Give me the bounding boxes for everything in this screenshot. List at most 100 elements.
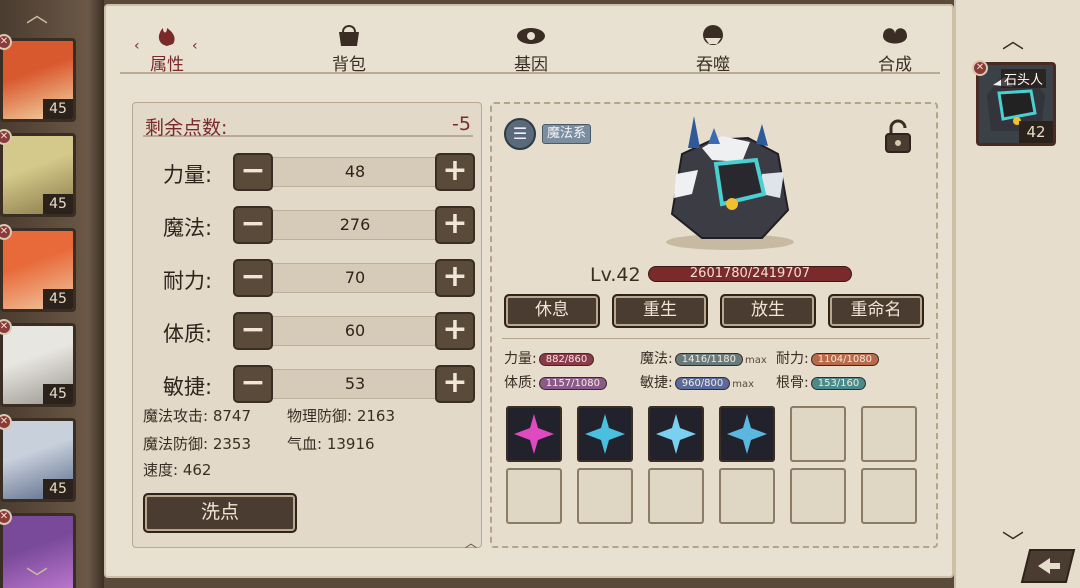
stat-value: 53 — [273, 369, 437, 399]
empty-skill-slot[interactable] — [861, 406, 917, 462]
magic-defense: 魔法防御: 2353 — [143, 435, 251, 453]
bag-icon — [339, 25, 359, 46]
main-panel: ‹ ‹ 属性 背包 基因 吞噬 合成 剩余点数: -5 力量: −48 + 魔法: −276 + 耐… — [104, 4, 954, 578]
tab-eye[interactable]: 基因 — [486, 20, 576, 75]
derived-stats: 魔法攻击: 8747 物理防御: 2163 魔法防御: 2353 气血: 139… — [143, 405, 473, 485]
type-label: 魔法系 — [542, 124, 592, 144]
scroll-up-icon[interactable]: ︿ — [22, 5, 52, 27]
minus-button[interactable]: − — [233, 312, 273, 350]
pink-starburst-icon[interactable] — [506, 406, 562, 462]
magic-attack: 魔法攻击: 8747 — [143, 407, 251, 425]
aptitude-item: 敏捷: 960/800 max — [640, 372, 755, 391]
roster-pet-card[interactable]: 45 — [0, 228, 76, 312]
stat-value: 276 — [273, 210, 437, 240]
ice-spikes-icon[interactable] — [577, 406, 633, 462]
selected-pet-level: 42 — [1019, 121, 1053, 143]
aptitude-label: 体质: — [504, 375, 537, 391]
aptitude-max: max — [745, 355, 767, 366]
rebirth-button[interactable]: 重生 — [612, 294, 708, 328]
stat-row: 耐力: −70 + — [133, 259, 483, 299]
empty-skill-slot[interactable] — [790, 406, 846, 462]
ice-shield-icon[interactable] — [719, 406, 775, 462]
pet-portrait — [666, 116, 794, 250]
stat-value: 60 — [273, 316, 437, 346]
ice-giant-icon[interactable] — [648, 406, 704, 462]
aptitude-max: max — [732, 379, 755, 390]
type-badge[interactable]: ☰ 魔法系 — [504, 118, 594, 150]
remaining-points-label: 剩余点数: — [145, 117, 228, 139]
minus-button[interactable]: − — [233, 259, 273, 297]
pet-level: Lv.42 — [590, 264, 641, 286]
roster-pet-level: 45 — [43, 99, 73, 119]
plus-button[interactable]: + — [435, 259, 475, 297]
tab-fuse[interactable]: 合成 — [850, 20, 940, 75]
pet-detail-panel: ☰ 魔法系 Lv.42 2601780/2419707 休息 重生 放生 重命名 力量… — [490, 102, 938, 548]
remaining-points-row: 剩余点数: -5 — [143, 111, 473, 139]
pet-roster: ︿ 45 ✕ 45 ✕ 45 ✕ 45 ✕ 45 ✕ ✕ ﹀ — [0, 0, 104, 588]
collapse-icon[interactable]: ︿ — [465, 534, 477, 551]
aptitude-item: 耐力: 1104/1080 — [776, 348, 881, 367]
list-icon[interactable]: ☰ — [504, 118, 536, 150]
minus-button[interactable]: − — [233, 153, 273, 191]
aptitude-item: 体质: 1157/1080 — [504, 372, 609, 391]
empty-skill-slot[interactable] — [790, 468, 846, 524]
roster-pet-card[interactable]: 45 — [0, 133, 76, 217]
unlock-icon[interactable] — [882, 118, 914, 154]
roster-pet-level: 45 — [43, 289, 73, 309]
scroll-down-icon[interactable]: ﹀ — [22, 569, 52, 588]
roster-pet-card[interactable]: 45 — [0, 323, 76, 407]
wash-points-button[interactable]: 洗点 — [143, 493, 297, 533]
plus-button[interactable]: + — [435, 153, 475, 191]
fuse-icon — [883, 28, 907, 44]
devour-icon — [703, 25, 723, 45]
release-button[interactable]: 放生 — [720, 294, 816, 328]
rest-button[interactable]: 休息 — [504, 294, 600, 328]
aptitude-label: 力量: — [504, 351, 537, 367]
roster-pet-card[interactable]: 45 — [0, 38, 76, 122]
stat-label: 魔法: — [163, 216, 213, 240]
empty-skill-slot[interactable] — [719, 468, 775, 524]
scroll-up-icon[interactable]: ︿ — [998, 31, 1028, 53]
aptitude-value: 1416/1180 — [674, 352, 743, 366]
selected-pet-card[interactable]: 石头人 42 — [976, 62, 1056, 146]
rename-button[interactable]: 重命名 — [828, 294, 924, 328]
roster-pet-card[interactable]: 45 — [0, 418, 76, 502]
plus-button[interactable]: + — [435, 312, 475, 350]
header-divider — [120, 72, 940, 74]
stat-row: 体质: −60 + — [133, 312, 483, 352]
empty-skill-slot[interactable] — [577, 468, 633, 524]
aptitude-value: 1104/1080 — [810, 352, 879, 366]
plus-button[interactable]: + — [435, 206, 475, 244]
remaining-points-value: -5 — [452, 113, 471, 135]
attribute-panel: 剩余点数: -5 力量: −48 + 魔法: −276 + 耐力: −70 + 体质: −60 + 敏捷… — [132, 102, 483, 551]
stat-label: 体质: — [163, 322, 213, 346]
stat-row: 力量: −48 + — [133, 153, 483, 193]
tab-flame[interactable]: 属性 — [122, 20, 212, 75]
empty-skill-slot[interactable] — [648, 468, 704, 524]
return-icon[interactable] — [1020, 546, 1076, 586]
aptitude-label: 耐力: — [776, 351, 809, 367]
stat-row: 魔法: −276 + — [133, 206, 483, 246]
stat-row: 敏捷: −53 + — [133, 365, 483, 405]
selected-pet-name: 石头人 — [1001, 69, 1047, 88]
stat-label: 耐力: — [163, 269, 213, 293]
close-icon[interactable]: ✕ — [972, 60, 988, 76]
stat-label: 力量: — [163, 163, 213, 187]
selected-pet-column: ︿ 石头人 42 ✕ ﹀ — [954, 0, 1080, 588]
minus-button[interactable]: − — [233, 206, 273, 244]
empty-skill-slot[interactable] — [506, 468, 562, 524]
aptitude-label: 敏捷: — [640, 375, 673, 391]
section-divider — [502, 338, 930, 339]
minus-button[interactable]: − — [233, 365, 273, 403]
empty-skill-slot[interactable] — [861, 468, 917, 524]
aptitude-label: 根骨: — [776, 375, 809, 391]
hp-bar: 2601780/2419707 — [648, 266, 852, 282]
tab-devour[interactable]: 吞噬 — [668, 20, 758, 75]
aptitude-item: 魔法: 1416/1180 max — [640, 348, 767, 367]
plus-button[interactable]: + — [435, 365, 475, 403]
eye-icon — [517, 28, 545, 44]
aptitude-item: 力量: 882/860 — [504, 348, 596, 367]
aptitude-value: 882/860 — [538, 352, 595, 366]
tab-bag[interactable]: 背包 — [304, 20, 394, 75]
stat-label: 敏捷: — [163, 375, 213, 399]
